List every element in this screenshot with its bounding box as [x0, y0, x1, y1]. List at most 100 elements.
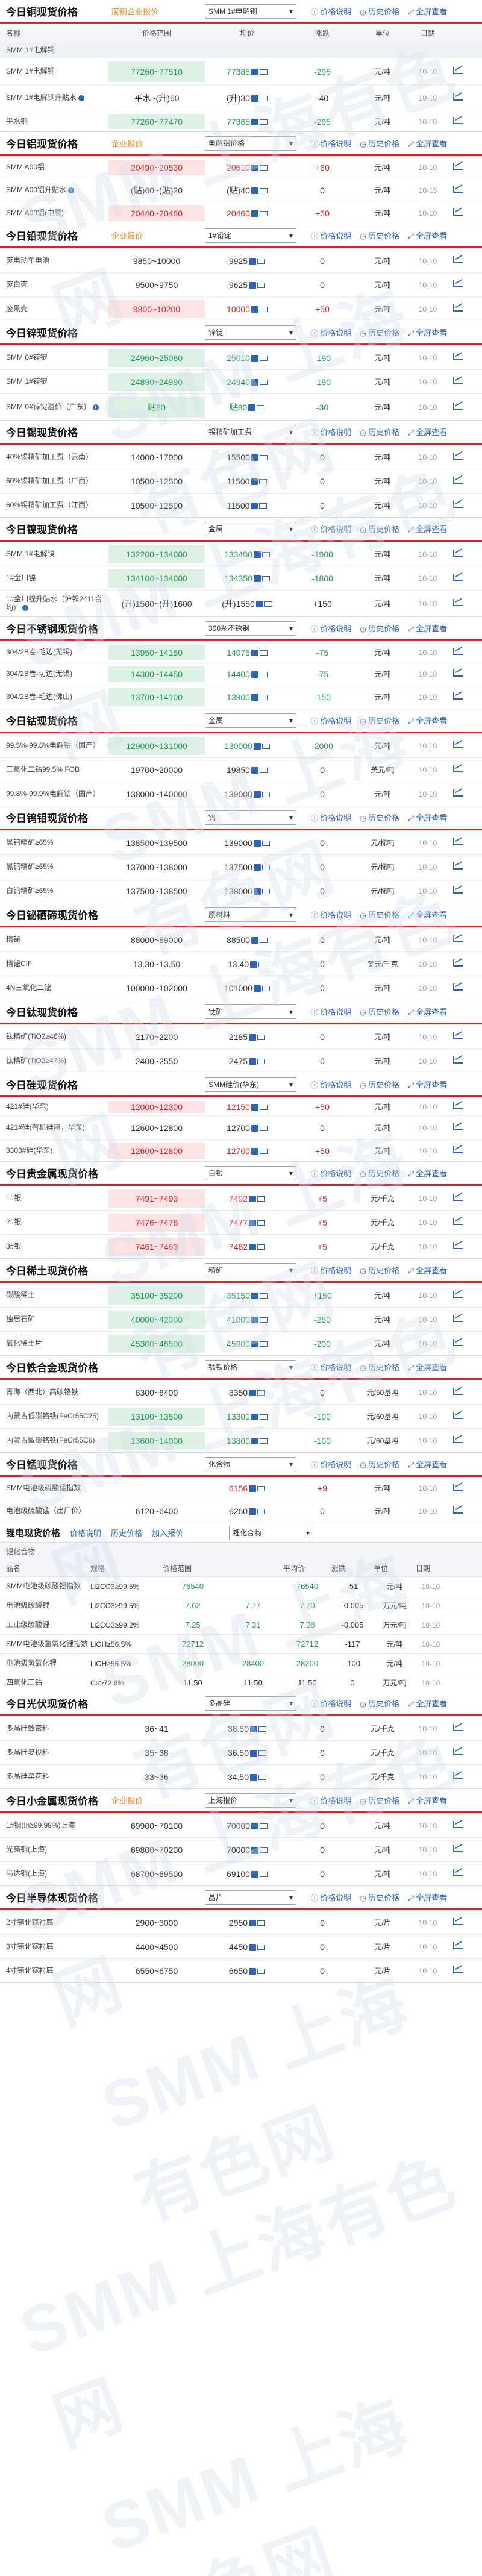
trend-chart-icon[interactable]: [453, 1339, 463, 1346]
fullscreen-link[interactable]: ⤢ 全屏查看: [408, 1264, 447, 1276]
signal-icon[interactable]: [251, 187, 258, 195]
chart-link[interactable]: [446, 669, 470, 678]
trend-chart-icon[interactable]: [453, 669, 463, 677]
chart-link[interactable]: [446, 574, 470, 583]
price-desc-link[interactable]: ⓘ 价格说明: [311, 715, 351, 726]
category-select[interactable]: 晶片 ▾: [205, 1890, 296, 1905]
chart-link[interactable]: [446, 935, 470, 944]
mail-icon[interactable]: [259, 503, 268, 509]
chart-link[interactable]: [446, 477, 470, 486]
chart-link[interactable]: [446, 501, 470, 510]
trend-chart-icon[interactable]: [453, 186, 463, 193]
mail-icon[interactable]: [257, 1486, 266, 1492]
trend-chart-icon[interactable]: [453, 1506, 463, 1514]
chart-link[interactable]: [446, 117, 470, 126]
fullscreen-link[interactable]: ⤢ 全屏查看: [408, 1794, 447, 1806]
history-link[interactable]: ◷ 历史价格: [360, 1891, 399, 1903]
signal-icon[interactable]: [253, 743, 261, 750]
chart-link[interactable]: [446, 983, 470, 992]
signal-icon[interactable]: [251, 1823, 258, 1830]
mail-icon[interactable]: [258, 1750, 267, 1757]
mail-icon[interactable]: [257, 1059, 266, 1065]
fullscreen-link[interactable]: ⤢ 全屏查看: [408, 327, 447, 338]
chart-link[interactable]: [446, 1339, 470, 1348]
category-select[interactable]: 上海报价 ▾: [205, 1793, 296, 1808]
fullscreen-link[interactable]: ⤢ 全屏查看: [408, 909, 447, 920]
mail-icon[interactable]: [264, 601, 272, 607]
fullscreen-link[interactable]: ⤢ 全屏查看: [408, 1006, 447, 1017]
trend-chart-icon[interactable]: [453, 1032, 463, 1039]
price-desc-link[interactable]: ⓘ 价格说明: [311, 230, 351, 241]
trend-chart-icon[interactable]: [453, 1146, 463, 1153]
trend-chart-icon[interactable]: [453, 983, 463, 991]
history-link[interactable]: ◷ 历史价格: [360, 1697, 399, 1709]
chart-link[interactable]: [446, 1102, 470, 1111]
history-link[interactable]: ◷ 历史价格: [360, 230, 399, 241]
history-link[interactable]: ◷ 历史价格: [360, 426, 399, 437]
chart-link[interactable]: [446, 1506, 470, 1515]
signal-icon[interactable]: [251, 503, 258, 510]
mail-icon[interactable]: [259, 1414, 268, 1420]
signal-icon[interactable]: [249, 1196, 257, 1203]
chart-link[interactable]: [446, 1146, 470, 1155]
signal-icon[interactable]: [251, 1414, 258, 1421]
chart-link[interactable]: [446, 377, 470, 386]
trend-chart-icon[interactable]: [453, 1942, 463, 1949]
mail-icon[interactable]: [259, 938, 268, 944]
chart-link[interactable]: [446, 838, 470, 847]
history-link[interactable]: ◷ 历史价格: [360, 1264, 399, 1276]
signal-icon[interactable]: [250, 1750, 258, 1757]
chart-link[interactable]: [446, 93, 470, 102]
history-link[interactable]: ◷ 历史价格: [360, 1458, 399, 1470]
mail-icon[interactable]: [261, 986, 270, 992]
category-select[interactable]: 300系不锈钢 ▾: [205, 621, 296, 636]
mail-icon[interactable]: [259, 695, 268, 701]
company-quote-link[interactable]: 企业报价: [111, 137, 205, 149]
signal-icon[interactable]: [251, 1125, 258, 1132]
fullscreen-link[interactable]: ⤢ 全屏查看: [408, 715, 447, 726]
signal-icon[interactable]: [251, 650, 258, 657]
history-link[interactable]: ◷ 历史价格: [360, 5, 399, 17]
chart-link[interactable]: [446, 1918, 470, 1927]
trend-chart-icon[interactable]: [453, 67, 463, 74]
signal-icon[interactable]: [251, 1317, 258, 1324]
mail-icon[interactable]: [259, 1149, 268, 1155]
price-desc-link[interactable]: ⓘ 价格说明: [311, 1361, 351, 1373]
mail-icon[interactable]: [259, 672, 268, 678]
mail-icon[interactable]: [257, 1390, 266, 1396]
trend-chart-icon[interactable]: [453, 453, 463, 460]
trend-chart-icon[interactable]: [453, 1869, 463, 1876]
signal-icon[interactable]: [251, 1293, 258, 1300]
price-desc-link[interactable]: ⓘ 价格说明: [311, 812, 351, 823]
history-link[interactable]: ◷ 历史价格: [360, 909, 399, 920]
chart-link[interactable]: [446, 163, 470, 172]
chart-link[interactable]: [446, 599, 470, 608]
signal-icon[interactable]: [250, 1726, 258, 1733]
signal-icon[interactable]: [251, 379, 258, 386]
price-desc-link[interactable]: ⓘ 价格说明: [311, 1458, 351, 1470]
signal-icon[interactable]: [253, 840, 261, 847]
mail-icon[interactable]: [259, 768, 268, 774]
signal-icon[interactable]: [250, 961, 258, 968]
price-desc-link[interactable]: ⓘ 价格说明: [311, 1891, 351, 1903]
signal-icon[interactable]: [251, 69, 258, 76]
signal-icon[interactable]: [249, 1485, 257, 1493]
signal-icon[interactable]: [249, 1244, 257, 1251]
category-select[interactable]: 电解铝价格 ▾: [205, 136, 296, 151]
category-select[interactable]: 钛矿 ▾: [205, 1004, 296, 1019]
chart-link[interactable]: [446, 1194, 470, 1203]
fullscreen-link[interactable]: ⤢ 全屏查看: [408, 622, 447, 634]
fullscreen-link[interactable]: ⤢ 全屏查看: [408, 1167, 447, 1179]
trend-chart-icon[interactable]: [453, 1484, 463, 1491]
trend-chart-icon[interactable]: [453, 862, 463, 870]
signal-icon[interactable]: [249, 1220, 257, 1227]
history-link[interactable]: ◷ 历史价格: [360, 1079, 399, 1090]
category-select[interactable]: 白银 ▾: [205, 1165, 296, 1180]
signal-icon[interactable]: [249, 1508, 257, 1515]
signal-icon[interactable]: [249, 258, 257, 265]
signal-icon[interactable]: [251, 119, 258, 126]
signal-icon[interactable]: [251, 454, 258, 462]
mail-icon[interactable]: [259, 1293, 268, 1299]
trend-chart-icon[interactable]: [453, 599, 463, 606]
mail-icon[interactable]: [259, 1823, 268, 1829]
